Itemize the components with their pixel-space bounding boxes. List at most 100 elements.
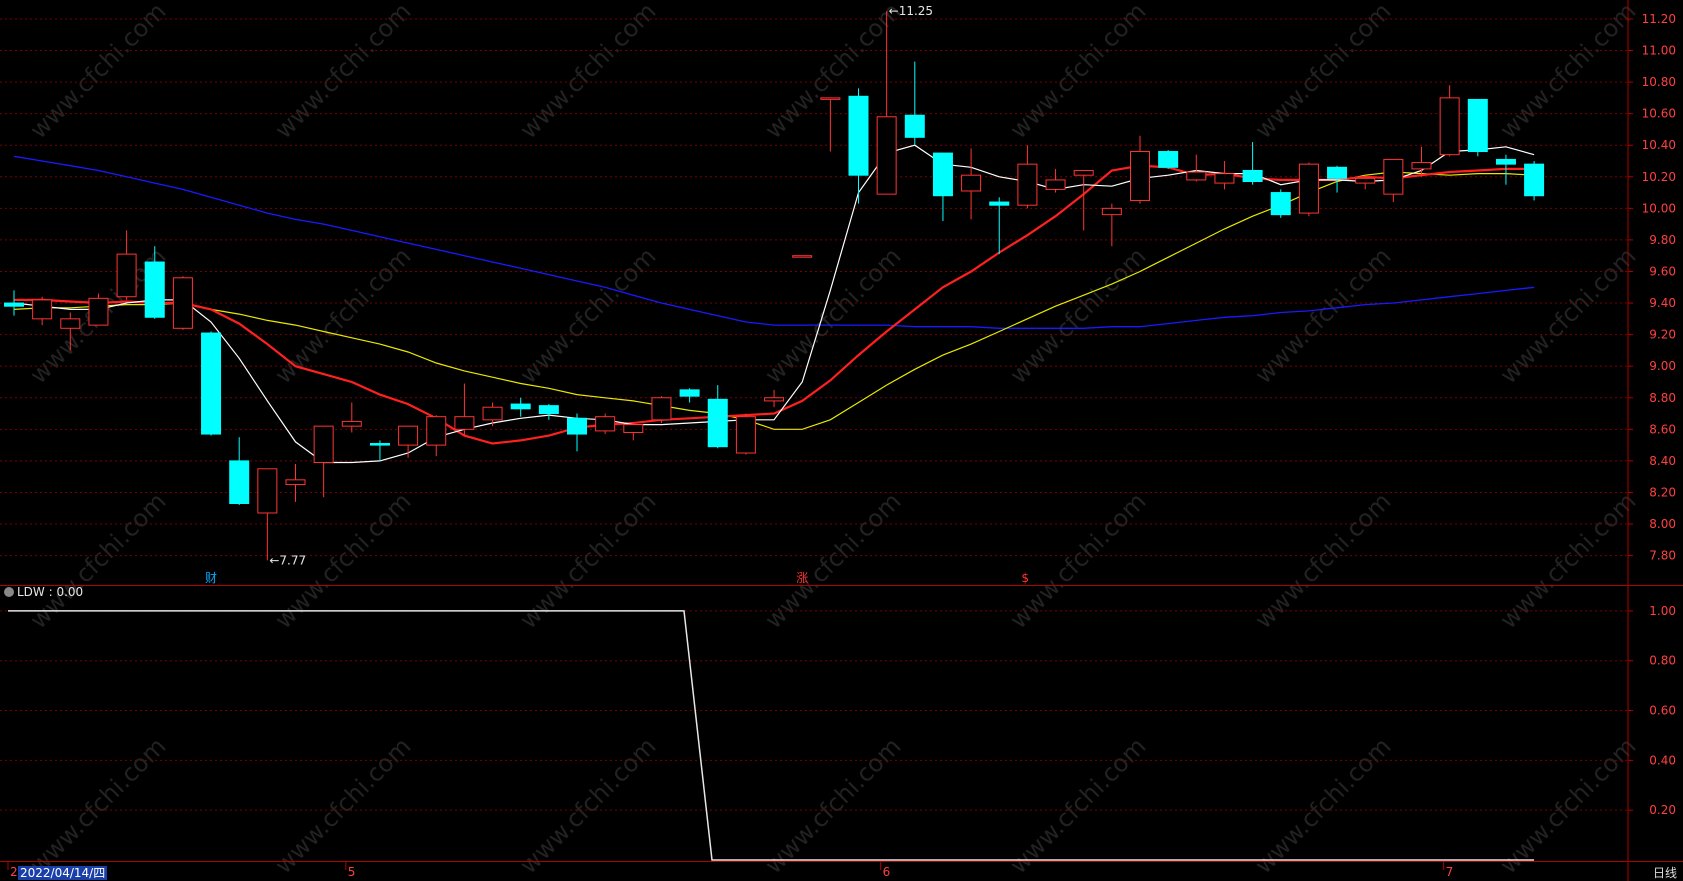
candle-body[interactable]: [679, 389, 700, 397]
candle-body[interactable]: [1383, 158, 1404, 195]
event-marker[interactable]: 财: [205, 571, 217, 585]
indicator-label[interactable]: LDW : 0.00: [4, 585, 83, 599]
candle-body[interactable]: [341, 420, 362, 427]
candle-body[interactable]: [1130, 151, 1150, 201]
candle-body[interactable]: [1045, 179, 1066, 190]
candle-body[interactable]: [876, 116, 897, 195]
candle-body[interactable]: [1327, 166, 1348, 179]
candle[interactable]: [904, 61, 925, 146]
candle-body[interactable]: [1017, 163, 1038, 206]
candle[interactable]: [201, 331, 222, 436]
candle[interactable]: [172, 276, 193, 330]
candle[interactable]: [1158, 149, 1179, 169]
candle-body[interactable]: [735, 416, 756, 454]
candle-body[interactable]: [820, 97, 841, 100]
candle-body[interactable]: [510, 403, 531, 410]
period-button[interactable]: 日线: [1653, 866, 1677, 880]
candle[interactable]: [735, 413, 756, 455]
candle-body[interactable]: [961, 174, 982, 192]
candle-body[interactable]: [257, 468, 278, 514]
candle-body[interactable]: [1495, 158, 1516, 165]
candle-body[interactable]: [88, 297, 109, 326]
candle-body[interactable]: [482, 406, 503, 421]
candle[interactable]: [285, 464, 306, 502]
candle-body[interactable]: [567, 417, 587, 435]
candle-body[interactable]: [398, 425, 419, 446]
candle-body[interactable]: [172, 277, 193, 329]
candle[interactable]: [764, 389, 785, 408]
candle-body[interactable]: [1158, 151, 1179, 168]
candle-body[interactable]: [201, 332, 222, 435]
candle[interactable]: [454, 383, 475, 436]
candle-body[interactable]: [285, 479, 306, 486]
candle-body[interactable]: [932, 152, 953, 197]
candle-body[interactable]: [144, 261, 165, 318]
candle[interactable]: [369, 440, 390, 461]
event-marker[interactable]: 涨: [796, 570, 808, 585]
candle[interactable]: [32, 296, 53, 326]
candle-body[interactable]: [1242, 169, 1263, 183]
candle-body[interactable]: [538, 405, 559, 415]
candle-body[interactable]: [454, 416, 475, 430]
candle[interactable]: [1298, 162, 1319, 217]
candle[interactable]: [623, 423, 644, 441]
candle-body[interactable]: [989, 201, 1010, 206]
candle-body[interactable]: [1298, 163, 1319, 214]
candle[interactable]: [88, 293, 109, 326]
candle[interactable]: [229, 437, 250, 506]
candle[interactable]: [989, 197, 1010, 255]
candle-body[interactable]: [1073, 169, 1094, 176]
candle[interactable]: [1214, 160, 1235, 190]
candle[interactable]: [1186, 154, 1207, 182]
candle-body[interactable]: [1270, 192, 1291, 216]
candle-body[interactable]: [32, 299, 53, 320]
candle[interactable]: [567, 413, 587, 452]
candle-body[interactable]: [313, 425, 334, 463]
candle-body[interactable]: [848, 95, 869, 176]
candle[interactable]: [1017, 145, 1038, 209]
candle-body[interactable]: [4, 302, 24, 307]
candle[interactable]: [1524, 160, 1545, 201]
candle-body[interactable]: [426, 416, 447, 446]
candle[interactable]: [341, 402, 362, 433]
candle[interactable]: [707, 385, 728, 449]
candle[interactable]: [651, 396, 672, 424]
candle-body[interactable]: [764, 397, 785, 402]
candle-body[interactable]: [1467, 98, 1488, 153]
candle-body[interactable]: [1439, 97, 1460, 156]
candle[interactable]: [961, 148, 982, 220]
candle-body[interactable]: [623, 424, 644, 433]
candle-body[interactable]: [651, 397, 672, 421]
candle[interactable]: [932, 152, 953, 221]
candle[interactable]: [1383, 158, 1404, 203]
candle[interactable]: [1130, 135, 1150, 204]
candle[interactable]: [538, 404, 559, 420]
candle-body[interactable]: [229, 460, 250, 505]
candle[interactable]: [510, 397, 531, 417]
candle[interactable]: [1467, 98, 1488, 157]
candle[interactable]: [482, 402, 503, 427]
candle[interactable]: [4, 290, 24, 316]
candle-body[interactable]: [369, 443, 390, 446]
candle[interactable]: [1439, 85, 1460, 157]
candle-body[interactable]: [60, 318, 81, 329]
candle-body[interactable]: [116, 253, 137, 298]
event-marker[interactable]: $: [1021, 571, 1029, 585]
candle[interactable]: [679, 388, 700, 403]
candle-body[interactable]: [904, 114, 925, 138]
candle[interactable]: [426, 415, 447, 457]
candle-body[interactable]: [707, 398, 728, 448]
candle[interactable]: [820, 97, 841, 152]
candle-body[interactable]: [792, 255, 813, 258]
candle[interactable]: [1045, 168, 1066, 193]
candle[interactable]: [398, 425, 419, 458]
candle-body[interactable]: [1101, 207, 1122, 216]
candle-body[interactable]: [1214, 173, 1235, 184]
candle-body[interactable]: [1524, 163, 1545, 197]
candle[interactable]: [1242, 142, 1263, 185]
candle[interactable]: [792, 255, 813, 258]
candle-body[interactable]: [595, 416, 616, 432]
candle[interactable]: [848, 88, 869, 204]
stock-chart[interactable]: www.cfchi.com www.cfchi.com www.cfchi.com w…: [0, 0, 1683, 881]
candle[interactable]: [257, 468, 278, 561]
